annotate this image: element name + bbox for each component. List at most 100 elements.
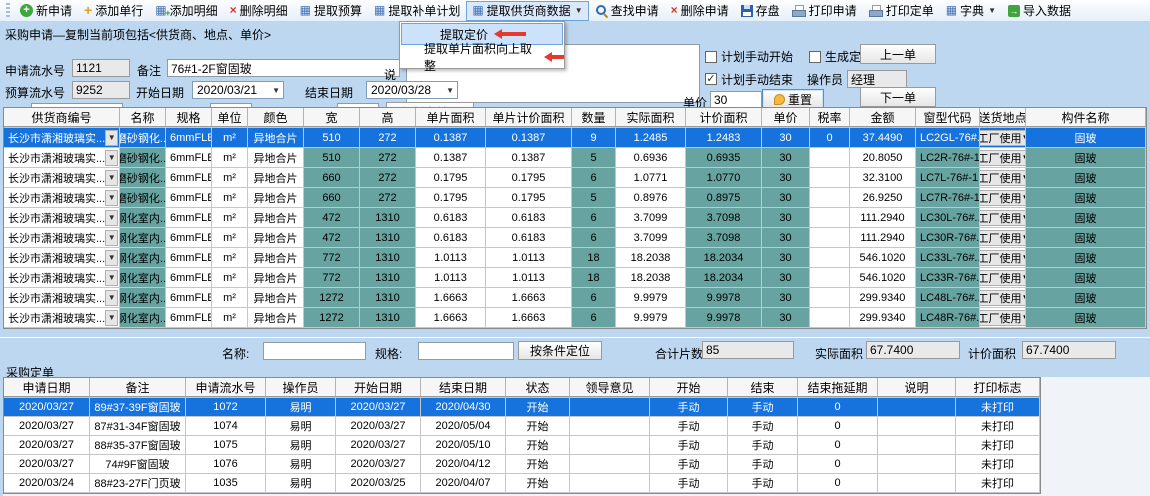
table-row[interactable]: 长沙市潇湘玻璃实...▼钢化室内...6mmFLE...m²异地合片772131… bbox=[4, 268, 1146, 288]
table-row[interactable]: 长沙市潇湘玻璃实...▼磨砂钢化...6mmFLE...m²异地合片660272… bbox=[4, 168, 1146, 188]
chevron-down-icon[interactable]: ▼ bbox=[105, 310, 118, 326]
column-header[interactable]: 结束拖延期 bbox=[798, 378, 878, 397]
toolbar-button-save-disk[interactable]: 存盘 bbox=[735, 1, 786, 21]
column-header[interactable]: 规格 bbox=[166, 108, 212, 127]
column-header[interactable]: 单片计价面积 bbox=[486, 108, 572, 127]
cell[interactable]: 长沙市潇湘玻璃实...▼ bbox=[4, 288, 120, 307]
toolbar-button-new-plus[interactable]: +新申请 bbox=[14, 1, 78, 21]
column-header[interactable]: 打印标志 bbox=[956, 378, 1040, 397]
locate-by-condition-button[interactable]: 按条件定位 bbox=[518, 341, 602, 360]
table-row[interactable]: 长沙市潇湘玻璃实...▼磨砂钢化...6mmFLE...m²异地合片510272… bbox=[4, 128, 1146, 148]
column-header[interactable]: 计价面积 bbox=[686, 108, 762, 127]
budget-input[interactable] bbox=[72, 81, 130, 99]
column-header[interactable]: 颜色 bbox=[248, 108, 304, 127]
toolbar-button-import-data[interactable]: →导入数据 bbox=[1002, 1, 1077, 21]
column-header[interactable]: 数量 bbox=[572, 108, 616, 127]
toolbar-button-printer[interactable]: 打印定单 bbox=[863, 1, 940, 21]
column-header[interactable]: 说明 bbox=[878, 378, 956, 397]
cell[interactable]: 长沙市潇湘玻璃实...▼ bbox=[4, 268, 120, 287]
order-row[interactable]: 2020/03/2787#31-34F窗固玻1074易明2020/03/2720… bbox=[4, 417, 1040, 436]
start-date-select[interactable]: 2020/03/21▼ bbox=[192, 81, 284, 99]
menu-item[interactable]: 提取单片面积向上取整 bbox=[400, 46, 564, 68]
delivery-location-dropdown[interactable]: 工厂使用▼ bbox=[980, 190, 1026, 206]
chevron-down-icon[interactable]: ▼ bbox=[105, 250, 118, 266]
operator-input[interactable] bbox=[847, 70, 907, 88]
column-header[interactable]: 操作员 bbox=[266, 378, 336, 397]
filter-name-input[interactable] bbox=[263, 342, 366, 360]
table-row[interactable]: 长沙市潇湘玻璃实...▼钢化室内...6mmFLE...m²异地合片127213… bbox=[4, 308, 1146, 328]
cell[interactable]: 长沙市潇湘玻璃实...▼ bbox=[4, 148, 120, 167]
prev-order-button[interactable]: 上一单 bbox=[860, 44, 936, 64]
column-header[interactable]: 申请日期 bbox=[4, 378, 90, 397]
column-header[interactable]: 税率 bbox=[810, 108, 850, 127]
column-header[interactable]: 名称 bbox=[120, 108, 166, 127]
column-header[interactable]: 单片面积 bbox=[416, 108, 486, 127]
cell[interactable]: 长沙市潇湘玻璃实...▼ bbox=[4, 128, 120, 147]
toolbar-button-extract-grid[interactable]: ▦提取预算 bbox=[294, 1, 368, 21]
delivery-location-dropdown[interactable]: 工厂使用▼ bbox=[980, 270, 1026, 286]
reset-button[interactable]: 重置 bbox=[762, 89, 824, 109]
remark-input[interactable] bbox=[167, 59, 400, 77]
order-row[interactable]: 2020/03/2488#23-27F门页玻1035易明2020/03/2520… bbox=[4, 474, 1040, 493]
column-header[interactable]: 结束日期 bbox=[421, 378, 506, 397]
delivery-location-dropdown[interactable]: 工厂使用▼ bbox=[980, 230, 1026, 246]
column-header[interactable]: 宽 bbox=[304, 108, 360, 127]
toolbar-button-delete-x[interactable]: ×删除明细 bbox=[224, 1, 294, 21]
column-header[interactable]: 实际面积 bbox=[616, 108, 686, 127]
table-row[interactable]: 长沙市潇湘玻璃实...▼钢化室内...6mmFLE...m²异地合片472131… bbox=[4, 208, 1146, 228]
serial-input[interactable] bbox=[72, 59, 130, 77]
delivery-location-dropdown[interactable]: 工厂使用▼ bbox=[980, 250, 1026, 266]
column-header[interactable]: 状态 bbox=[506, 378, 570, 397]
chevron-down-icon[interactable]: ▼ bbox=[105, 210, 118, 226]
chevron-down-icon[interactable]: ▼ bbox=[105, 270, 118, 286]
column-header[interactable]: 开始 bbox=[650, 378, 728, 397]
delivery-location-dropdown[interactable]: 工厂使用▼ bbox=[980, 170, 1026, 186]
table-row[interactable]: 长沙市潇湘玻璃实...▼钢化室内...6mmFLE...m²异地合片127213… bbox=[4, 288, 1146, 308]
column-header[interactable]: 高 bbox=[360, 108, 416, 127]
toolbar-button-extract-grid[interactable]: ▦提取供货商数据▼ bbox=[466, 1, 588, 21]
toolbar-button-dict-grid[interactable]: ▦字典▼ bbox=[940, 1, 1002, 21]
table-row[interactable]: 长沙市潇湘玻璃实...▼磨砂钢化...6mmFLE...m²异地合片660272… bbox=[4, 188, 1146, 208]
delivery-location-dropdown[interactable]: 工厂使用▼ bbox=[980, 210, 1026, 226]
order-row[interactable]: 2020/03/2789#37-39F窗固玻1072易明2020/03/2720… bbox=[4, 398, 1040, 417]
chevron-down-icon[interactable]: ▼ bbox=[105, 230, 118, 246]
table-row[interactable]: 长沙市潇湘玻璃实...▼钢化室内...6mmFLE...m²异地合片772131… bbox=[4, 248, 1146, 268]
column-header[interactable]: 申请流水号 bbox=[186, 378, 266, 397]
table-row[interactable]: 长沙市潇湘玻璃实...▼磨砂钢化...6mmFLE...m²异地合片510272… bbox=[4, 148, 1146, 168]
toolbar-button-delete-x[interactable]: ×删除申请 bbox=[665, 1, 735, 21]
order-row[interactable]: 2020/03/2788#35-37F窗固玻1075易明2020/03/2720… bbox=[4, 436, 1040, 455]
toolbar-button-add-row-plus[interactable]: +添加单行 bbox=[78, 1, 149, 21]
chevron-down-icon[interactable]: ▼ bbox=[105, 150, 118, 166]
column-header[interactable]: 金额 bbox=[850, 108, 916, 127]
plan-manual-end-checkbox[interactable]: ✓ bbox=[705, 73, 717, 85]
column-header[interactable]: 单位 bbox=[212, 108, 248, 127]
chevron-down-icon[interactable]: ▼ bbox=[105, 170, 118, 186]
chevron-down-icon[interactable]: ▼ bbox=[105, 130, 118, 146]
delivery-location-dropdown[interactable]: 工厂使用▼ bbox=[980, 290, 1026, 306]
cell[interactable]: 长沙市潇湘玻璃实...▼ bbox=[4, 168, 120, 187]
toolbar-button-add-detail-grid[interactable]: ▦添加明细 bbox=[149, 1, 223, 21]
delivery-location-dropdown[interactable]: 工厂使用▼ bbox=[980, 130, 1026, 146]
cell[interactable]: 长沙市潇湘玻璃实...▼ bbox=[4, 248, 120, 267]
chevron-down-icon[interactable]: ▼ bbox=[105, 190, 118, 206]
column-header[interactable]: 单价 bbox=[762, 108, 810, 127]
table-row[interactable]: 长沙市潇湘玻璃实...▼钢化室内...6mmFLE...m²异地合片472131… bbox=[4, 228, 1146, 248]
column-header[interactable]: 领导意见 bbox=[570, 378, 650, 397]
column-header[interactable]: 备注 bbox=[90, 378, 186, 397]
column-header[interactable]: 开始日期 bbox=[336, 378, 421, 397]
cell[interactable]: 长沙市潇湘玻璃实...▼ bbox=[4, 308, 120, 327]
plan-manual-start-checkbox[interactable] bbox=[705, 51, 717, 63]
toolbar-button-printer[interactable]: 打印申请 bbox=[786, 1, 863, 21]
cell[interactable]: 长沙市潇湘玻璃实...▼ bbox=[4, 188, 120, 207]
delivery-location-dropdown[interactable]: 工厂使用▼ bbox=[980, 150, 1026, 166]
delivery-location-dropdown[interactable]: 工厂使用▼ bbox=[980, 310, 1026, 326]
order-row[interactable]: 2020/03/2774#9F窗固玻1076易明2020/03/272020/0… bbox=[4, 455, 1040, 474]
end-date-select[interactable]: 2020/03/28▼ bbox=[366, 81, 458, 99]
column-header[interactable]: 供货商编号 bbox=[4, 108, 120, 127]
generate-order-checkbox[interactable] bbox=[809, 51, 821, 63]
column-header[interactable]: 窗型代码 bbox=[916, 108, 980, 127]
column-header[interactable]: 结束 bbox=[728, 378, 798, 397]
toolbar-button-search[interactable]: 查找申请 bbox=[589, 1, 665, 21]
column-header[interactable]: 送货地点 bbox=[980, 108, 1026, 127]
next-order-button[interactable]: 下一单 bbox=[860, 87, 936, 107]
